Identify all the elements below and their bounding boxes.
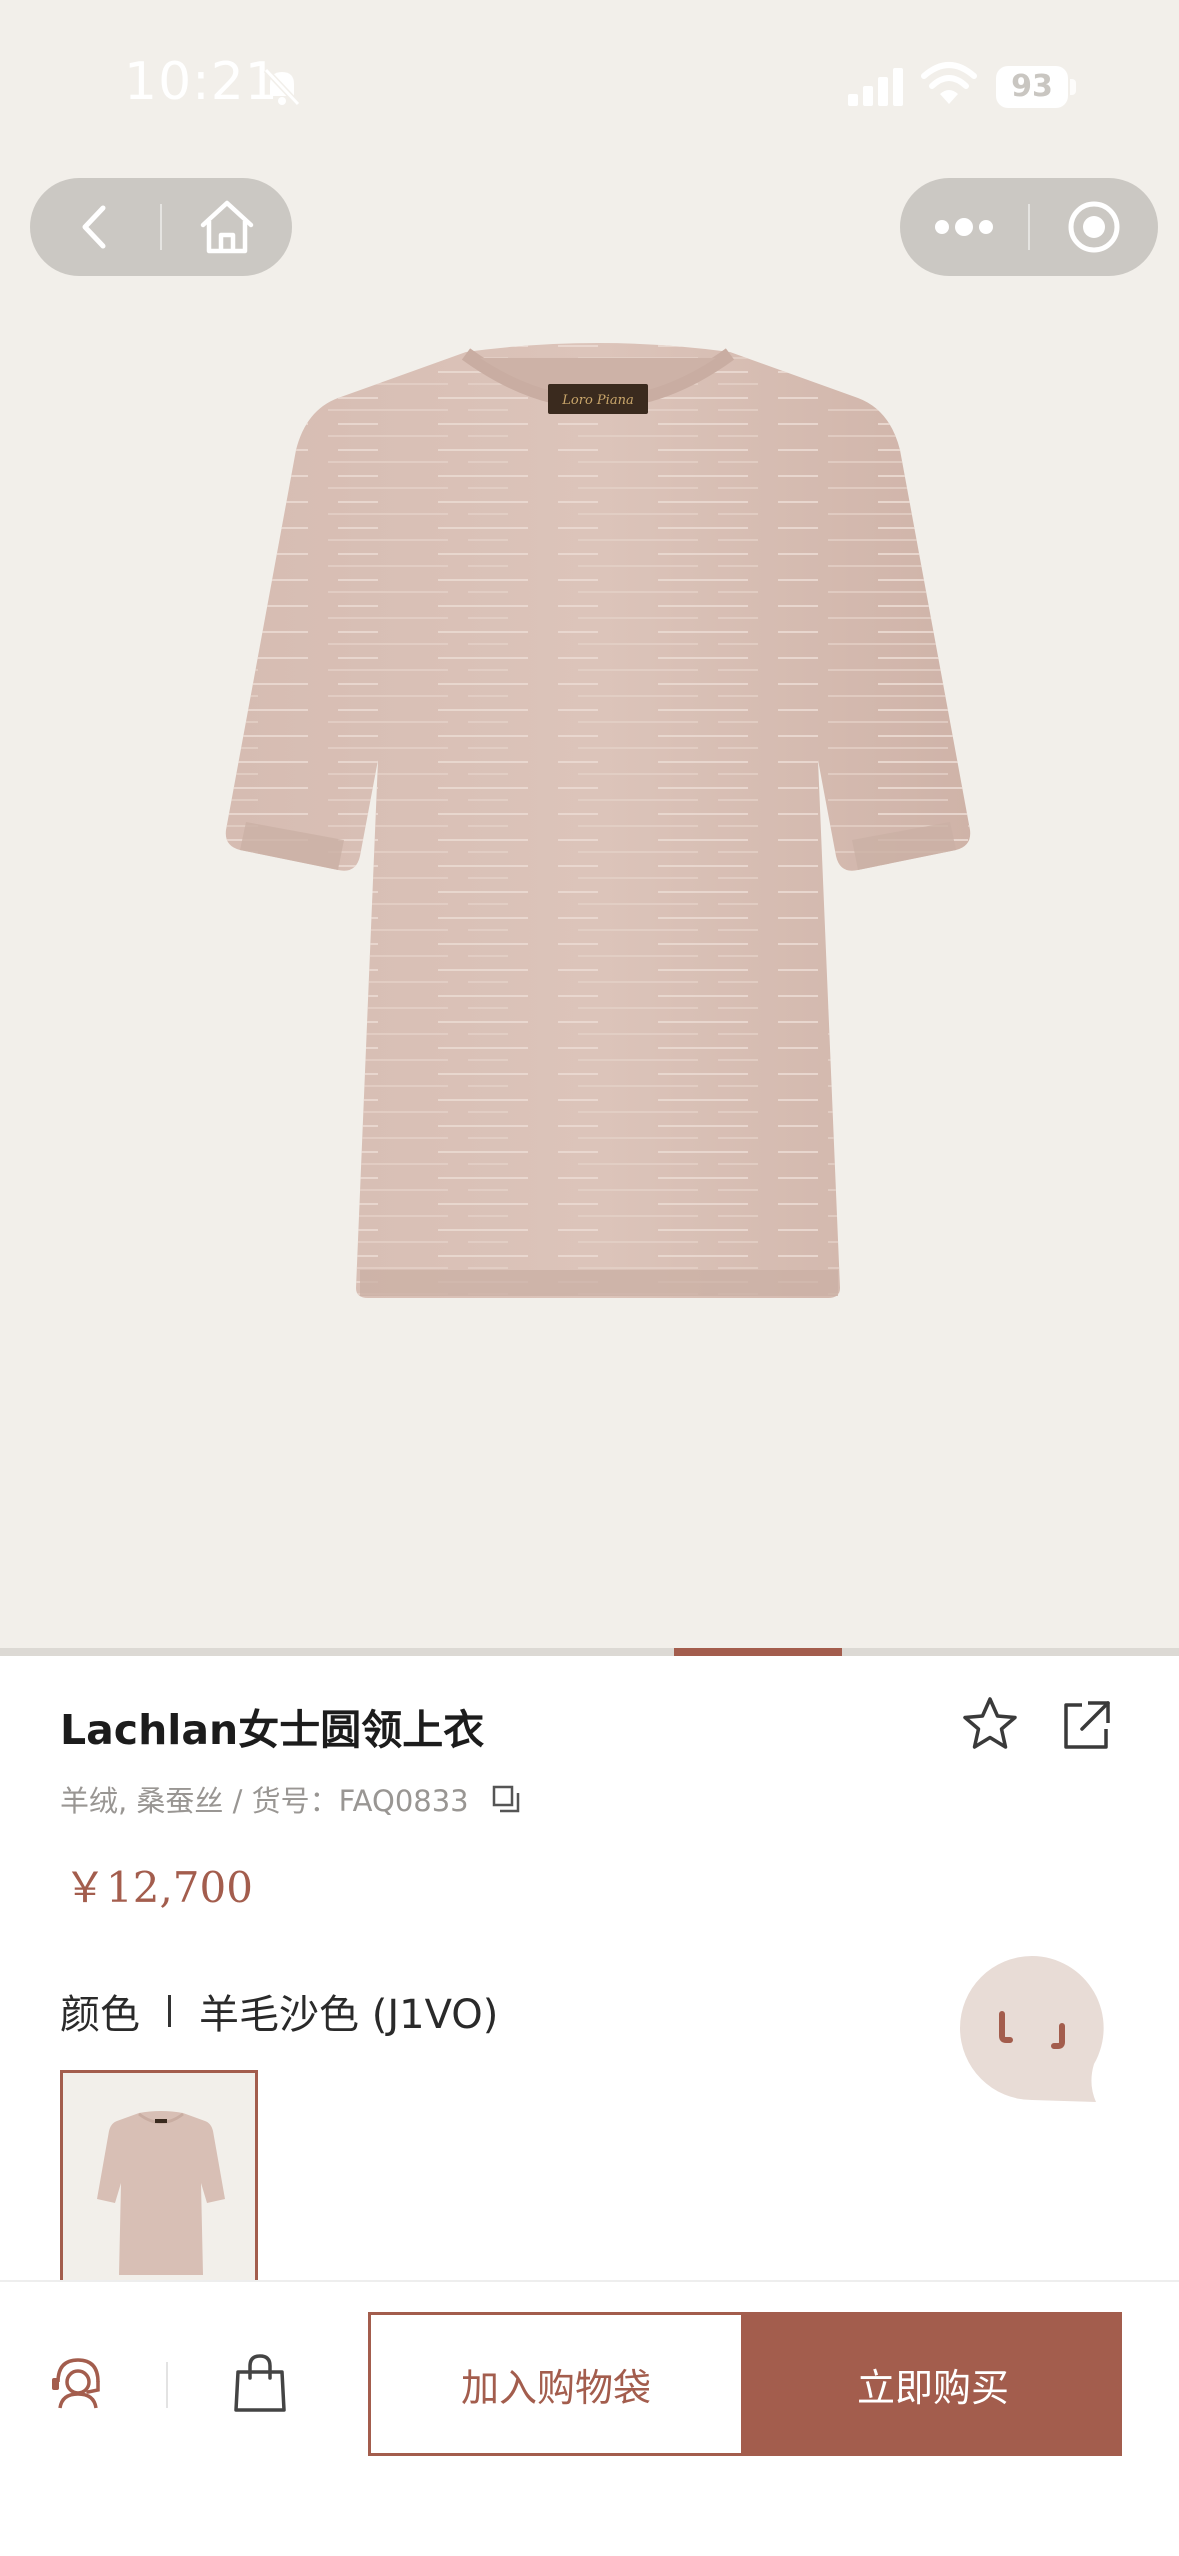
- close-target-icon: [1068, 201, 1120, 253]
- nav-capsule-left: [30, 178, 292, 276]
- back-icon: [82, 205, 106, 249]
- color-label: 颜色: [60, 1992, 140, 2038]
- buy-now-button[interactable]: 立即购买: [744, 2312, 1122, 2456]
- back-button[interactable]: [30, 178, 160, 276]
- more-button[interactable]: [900, 178, 1028, 276]
- add-to-cart-button[interactable]: 加入购物袋: [368, 2312, 744, 2456]
- bell-off-icon: [263, 67, 301, 107]
- swatch-thumbnail: [97, 2111, 225, 2275]
- more-icon: [935, 218, 993, 236]
- wifi-icon: [921, 62, 977, 104]
- svg-text:Loro Piana: Loro Piana: [561, 393, 633, 408]
- carousel-indicator-active: [674, 1648, 842, 1656]
- bottom-action-bar: 加入购物袋 立即购买: [0, 2280, 1179, 2556]
- home-button[interactable]: [162, 178, 292, 276]
- chat-bubble-icon[interactable]: [960, 1956, 1104, 2106]
- signal-icon: [848, 68, 903, 106]
- home-icon: [200, 200, 254, 254]
- color-row: 颜色 羊毛沙色 (J1VO): [60, 1982, 498, 2040]
- nav-capsule-right: [900, 178, 1158, 276]
- material-and-sku: 羊绒, 桑蚕丝 / 货号：FAQ0833: [60, 1784, 469, 1818]
- star-icon[interactable]: [960, 1694, 1020, 1754]
- shopping-bag-icon[interactable]: [232, 2352, 288, 2414]
- color-separator: [168, 1995, 171, 2027]
- battery-level: 93: [996, 66, 1068, 108]
- color-value: 羊毛沙色 (J1VO): [199, 1992, 499, 2038]
- product-meta: 羊绒, 桑蚕丝 / 货号：FAQ0833: [60, 1778, 521, 1820]
- status-time: 10:21: [124, 52, 279, 112]
- close-button[interactable]: [1030, 178, 1158, 276]
- product-image-gallery[interactable]: Loro Piana 10:21 93: [0, 0, 1179, 1652]
- product-price: ￥12,700: [64, 1863, 253, 1912]
- color-swatch-selected[interactable]: [60, 2070, 258, 2290]
- product-image[interactable]: Loro Piana: [218, 340, 978, 1305]
- bar-divider: [166, 2362, 168, 2408]
- copy-icon[interactable]: [491, 1784, 521, 1814]
- status-bar: 10:21 93: [0, 0, 1179, 170]
- carousel-indicator: [0, 1648, 1179, 1656]
- product-title: Lachlan女士圆领上衣: [60, 1706, 485, 1754]
- battery-icon: 93: [996, 66, 1076, 108]
- customer-service-icon[interactable]: [48, 2352, 108, 2412]
- share-icon[interactable]: [1058, 1697, 1114, 1753]
